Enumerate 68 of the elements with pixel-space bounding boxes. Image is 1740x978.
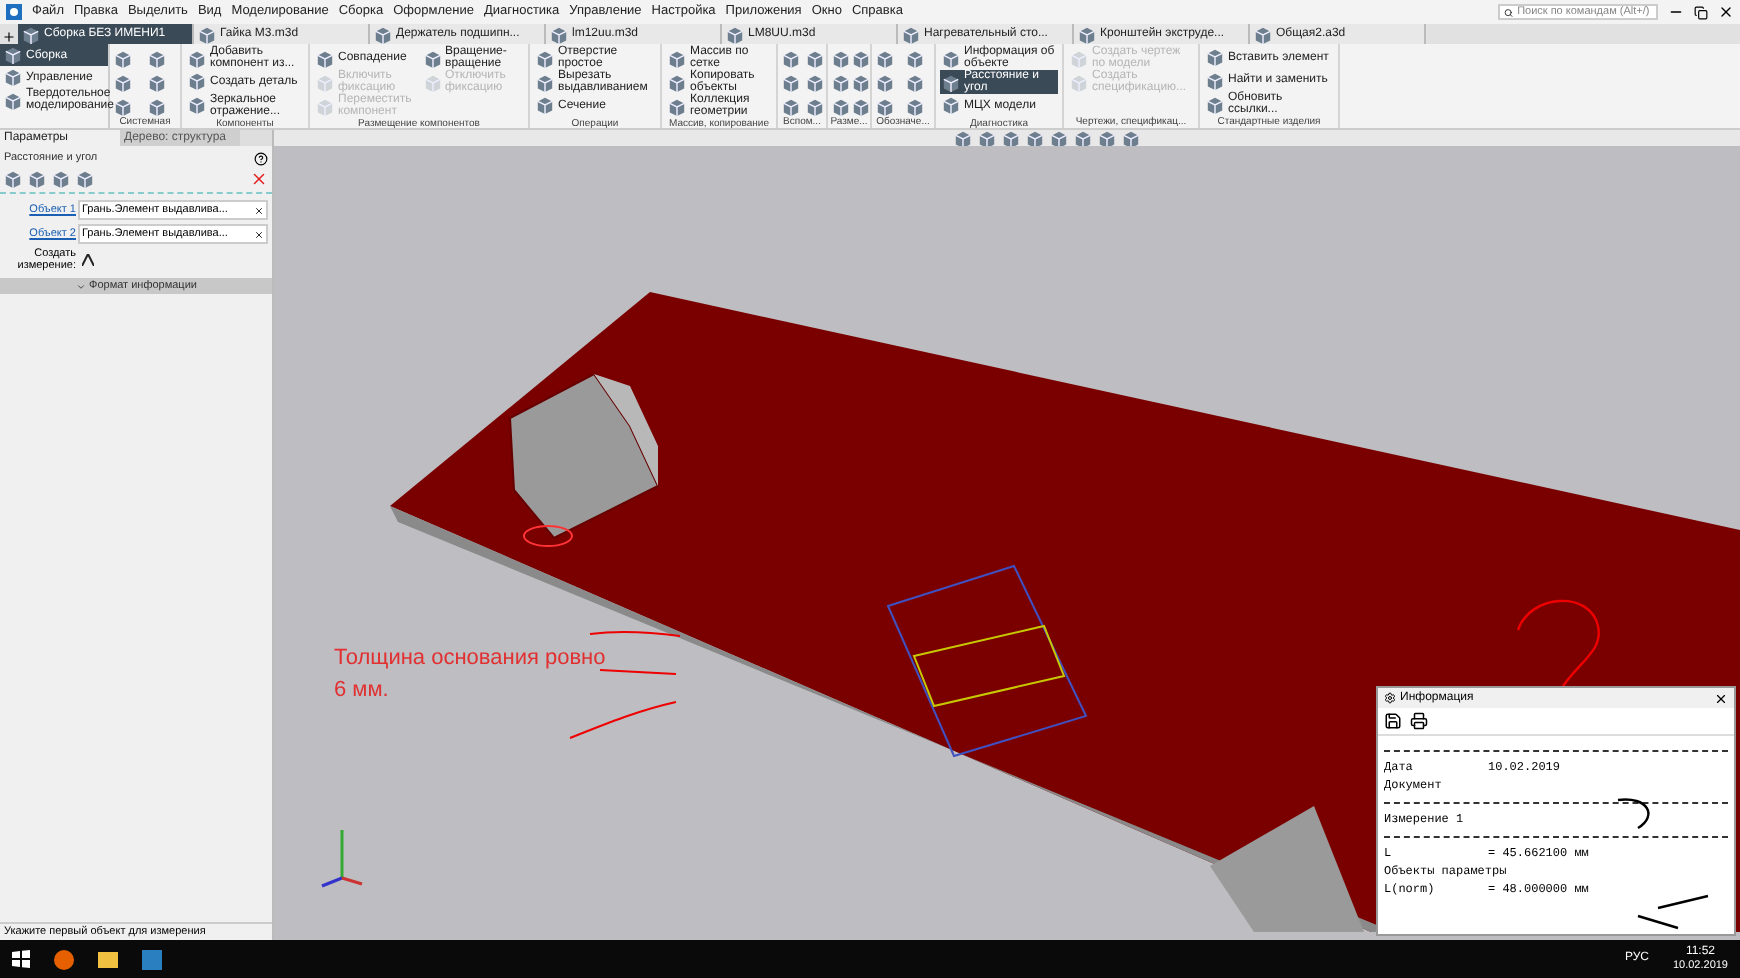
cube-icon	[782, 50, 800, 68]
cube-icon	[805, 74, 823, 92]
cube-icon	[942, 96, 960, 115]
restore-icon[interactable]	[1694, 5, 1708, 19]
cube-icon	[1206, 95, 1224, 113]
cube-icon	[832, 74, 850, 92]
settings-icon	[1384, 692, 1396, 704]
cube-icon	[114, 74, 132, 92]
cube-icon	[906, 98, 924, 116]
annotation-text: Толщина основания ровно 6 мм.	[334, 644, 608, 706]
printer-icon[interactable]	[1410, 712, 1428, 730]
cube-icon	[832, 98, 850, 116]
search-icon	[1504, 7, 1514, 17]
new-tab-icon[interactable]	[2, 30, 16, 44]
cube-icon	[4, 170, 22, 189]
cube-icon	[423, 49, 441, 67]
cube-icon	[852, 50, 870, 68]
cube-icon	[316, 49, 334, 67]
cube-icon	[188, 72, 206, 91]
cube-icon	[668, 49, 686, 67]
help-icon[interactable]	[254, 151, 268, 166]
close-icon[interactable]	[1718, 4, 1734, 20]
app-icon[interactable]	[142, 949, 162, 969]
cube-icon	[1070, 49, 1088, 67]
cube-icon	[942, 73, 960, 91]
cube-icon	[188, 96, 206, 114]
cube-icon	[852, 74, 870, 92]
cube-icon	[876, 74, 894, 92]
start-icon[interactable]	[12, 950, 30, 968]
cube-icon	[876, 50, 894, 68]
cube-icon	[782, 74, 800, 92]
cube-icon	[148, 50, 166, 68]
cube-icon	[782, 98, 800, 116]
cube-icon	[316, 73, 334, 91]
cube-icon	[1206, 71, 1224, 90]
cube-icon	[316, 97, 334, 115]
cube-icon	[76, 170, 94, 189]
cube-icon	[114, 98, 132, 116]
cube-icon	[52, 170, 70, 189]
cube-icon	[805, 98, 823, 116]
cube-icon	[28, 170, 46, 189]
browser-icon[interactable]	[54, 949, 74, 969]
cube-icon	[148, 74, 166, 92]
cube-icon	[876, 98, 894, 116]
cube-icon	[536, 49, 554, 67]
cube-icon	[805, 50, 823, 68]
close-icon[interactable]	[1714, 691, 1728, 705]
cube-icon	[22, 25, 40, 43]
cube-icon	[942, 49, 960, 67]
folder-icon[interactable]	[98, 950, 118, 968]
cube-icon	[906, 50, 924, 68]
cube-icon	[1070, 73, 1088, 91]
cube-icon	[832, 50, 850, 68]
cube-icon	[536, 73, 554, 91]
cube-icon	[423, 73, 441, 91]
cube-icon	[188, 49, 206, 67]
cube-icon	[668, 73, 686, 91]
cube-icon	[906, 74, 924, 92]
cube-icon	[536, 96, 554, 115]
cube-icon	[852, 98, 870, 116]
cancel-icon[interactable]	[250, 170, 268, 189]
cube-icon	[114, 50, 132, 68]
cube-icon	[668, 97, 686, 115]
save-icon[interactable]	[1384, 712, 1402, 730]
axis-triad-icon	[318, 826, 366, 890]
cube-icon	[148, 98, 166, 116]
caret-up-icon[interactable]	[82, 254, 94, 267]
chevron-down-icon	[75, 281, 86, 292]
